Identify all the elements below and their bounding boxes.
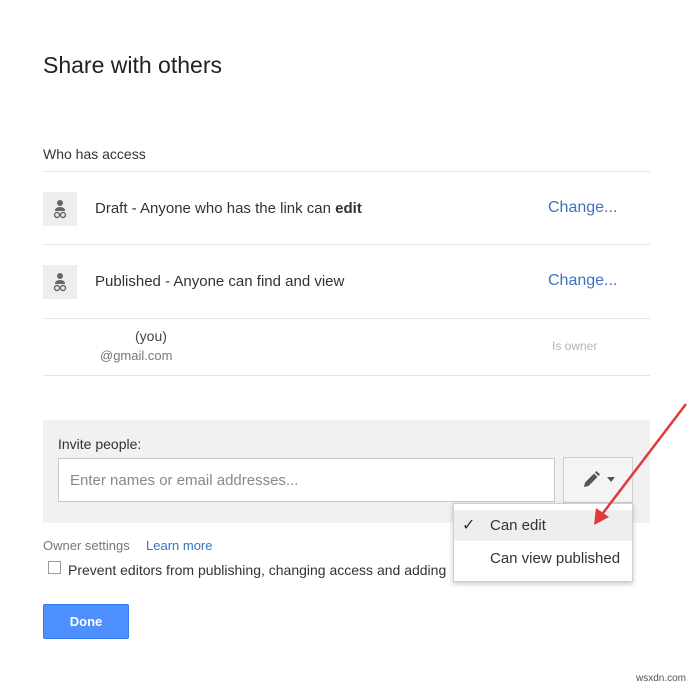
watermark: wsxdn.com [636, 673, 687, 684]
menu-item-label: Can edit [490, 517, 546, 534]
owner-role-label: Is owner [552, 339, 598, 353]
divider [43, 375, 650, 376]
done-button[interactable]: Done [43, 604, 129, 639]
owner-settings-label: Owner settings [43, 538, 130, 553]
access-description: Draft - Anyone who has the link can edit [95, 200, 362, 217]
owner-email: @gmail.com [100, 348, 173, 363]
prevent-editors-label: Prevent editors from publishing, changin… [68, 562, 447, 578]
owner-name: (you) [135, 328, 167, 344]
prevent-editors-checkbox[interactable] [48, 561, 61, 574]
who-has-access-label: Who has access [43, 146, 146, 162]
menu-item-can-view-published[interactable]: Can view published [454, 543, 632, 574]
chevron-down-icon [607, 477, 615, 482]
change-access-link[interactable]: Change... [548, 272, 617, 290]
pencil-icon [584, 471, 600, 487]
dialog-title: Share with others [43, 52, 222, 78]
access-description: Published - Anyone can find and view [95, 273, 345, 290]
permission-menu: ✓ Can edit Can view published [453, 503, 633, 582]
invite-input[interactable] [58, 458, 555, 502]
learn-more-link[interactable]: Learn more [146, 538, 212, 553]
change-access-link[interactable]: Change... [548, 199, 617, 217]
access-row-published: Published - Anyone can find and view Cha… [43, 245, 650, 317]
invite-label: Invite people: [58, 436, 142, 452]
menu-item-can-edit[interactable]: ✓ Can edit [454, 510, 632, 541]
divider [43, 318, 650, 319]
check-icon: ✓ [462, 517, 476, 534]
menu-item-label: Can view published [490, 550, 621, 567]
permission-dropdown-button[interactable] [563, 457, 633, 503]
person-icon [43, 265, 77, 299]
access-row-draft: Draft - Anyone who has the link can edit… [43, 172, 650, 244]
person-icon [43, 192, 77, 226]
